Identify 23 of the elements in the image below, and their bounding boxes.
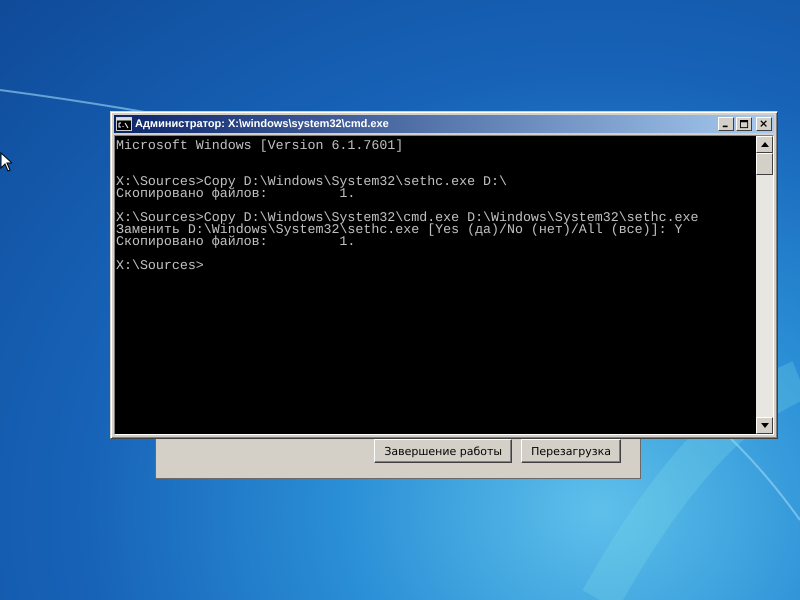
dialog-button[interactable]: Перезагрузка — [521, 439, 621, 463]
scroll-down-button[interactable] — [756, 417, 773, 434]
console-line: X:\Sources>Copy D:\Windows\System32\cmd.exe D:\Windows\System32\sethc.exe — [116, 212, 698, 224]
window-title: Администратор: X:\windows\system32\cmd.exe — [135, 118, 390, 130]
up-arrow-icon — [760, 142, 768, 147]
mouse-pointer-icon — [0, 152, 12, 172]
console-line: Microsoft Windows [Version 6.1.7601] — [116, 140, 404, 152]
console-line: Скопировано файлов: 1. — [116, 188, 356, 200]
console-line: Скопировано файлов: 1. — [116, 236, 356, 248]
maximize-button[interactable] — [736, 117, 752, 131]
close-button[interactable] — [756, 117, 772, 131]
close-icon — [760, 120, 768, 128]
down-arrow-icon — [760, 423, 768, 428]
console-icon — [116, 117, 132, 131]
dialog-button[interactable]: Завершение работы — [374, 439, 512, 463]
console-line: X:\Sources>Copy D:\Windows\System32\sethc.exe D:\ — [116, 176, 507, 188]
minimize-button[interactable] — [718, 117, 734, 131]
scroll-up-button[interactable] — [756, 136, 773, 153]
console-line: X:\Sources> — [116, 260, 204, 272]
scrollbar[interactable] — [756, 136, 773, 434]
maximize-icon — [740, 120, 748, 128]
console-line: Заменить D:\Windows\System32\sethc.exe [Yes (да)/No (нет)/All (все)]: Y — [116, 224, 683, 236]
scroll-thumb[interactable] — [756, 153, 773, 175]
